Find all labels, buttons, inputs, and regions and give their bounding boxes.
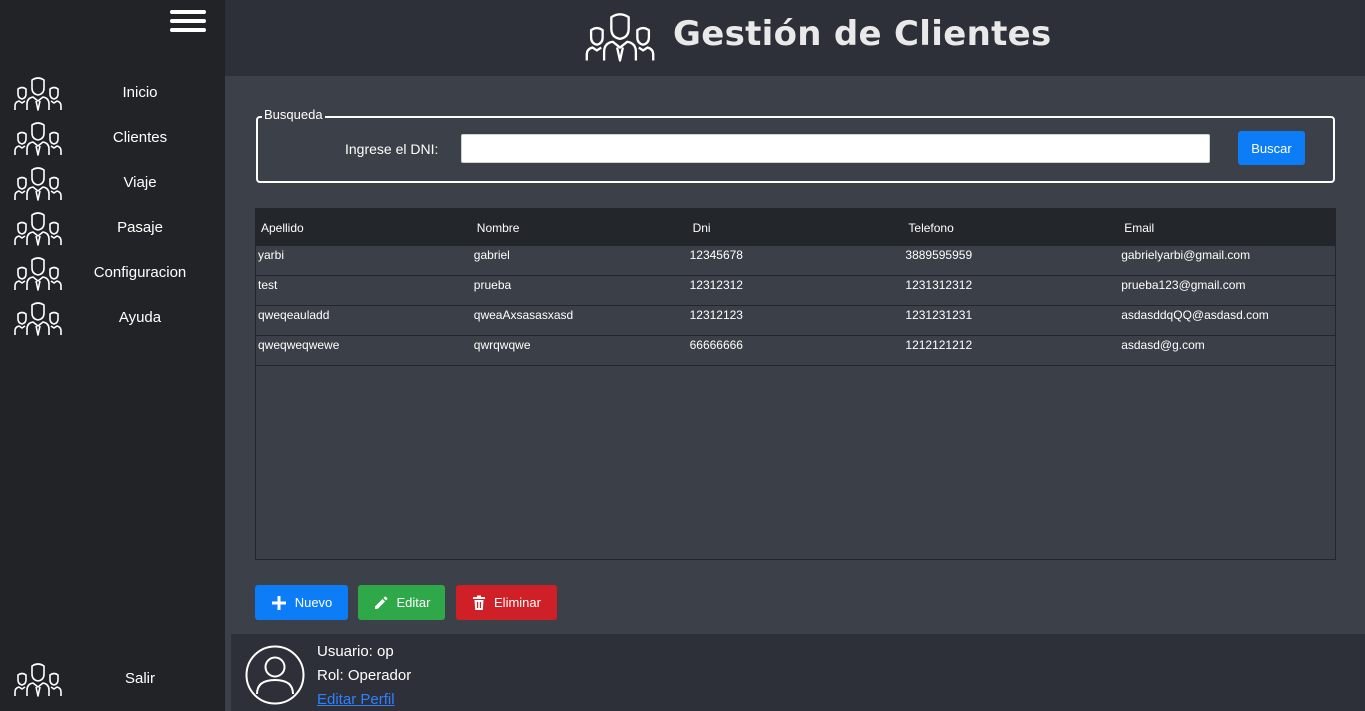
plus-icon: [271, 595, 286, 610]
group-icon: [14, 120, 62, 156]
group-icon: [14, 210, 62, 246]
group-icon: [14, 165, 62, 201]
cell-nombre: gabriel: [473, 248, 510, 262]
column-header-nombre[interactable]: Nombre: [472, 209, 688, 246]
cell-dni: 12312123: [689, 308, 743, 322]
group-icon: [585, 10, 655, 62]
cell-apellido: qweqeauladd: [258, 308, 330, 322]
sidebar-item-salir[interactable]: Salir: [0, 659, 225, 699]
cell-apellido: qweqweqwewe: [258, 338, 340, 352]
sidebar-item-viaje[interactable]: Viaje: [0, 163, 225, 203]
search-button[interactable]: Buscar: [1238, 131, 1305, 165]
sidebar-item-pasaje[interactable]: Pasaje: [0, 208, 225, 248]
page-header: Gestión de Clientes: [225, 0, 1365, 76]
cell-nombre: prueba: [473, 278, 512, 292]
pencil-icon: [374, 596, 388, 609]
table-row[interactable]: qweqweqwewe qwrqwqwe 66666666 1212121212…: [256, 336, 1335, 366]
sidebar-item-label: Salir: [124, 670, 155, 687]
sidebar-item-label: Ayuda: [118, 309, 162, 326]
cell-nombre: qweaAxsasasxasd: [473, 308, 574, 322]
user-name: Usuario: op: [317, 643, 394, 660]
column-header-apellido[interactable]: Apellido: [256, 209, 472, 246]
cell-email: asdasd@g.com: [1121, 338, 1205, 352]
group-icon: [14, 661, 62, 697]
cell-telefono: 1231231231: [905, 308, 973, 322]
group-icon: [14, 300, 62, 336]
cell-apellido: yarbi: [258, 248, 285, 262]
sidebar: Inicio Clientes Viaje Pasaje Configuraci…: [0, 0, 225, 711]
delete-button[interactable]: Eliminar: [456, 585, 557, 620]
new-button-label: Nuevo: [294, 595, 333, 610]
clients-table: Apellido Nombre Dni Telefono Email yarbi…: [255, 208, 1336, 560]
sidebar-item-label: Clientes: [112, 129, 168, 146]
table-header: Apellido Nombre Dni Telefono Email: [256, 209, 1335, 246]
column-header-dni[interactable]: Dni: [688, 209, 904, 246]
page-title: Gestión de Clientes: [673, 14, 1052, 54]
group-icon: [14, 255, 62, 291]
cell-dni: 12345678: [689, 248, 743, 262]
user-role: Rol: Operador: [317, 667, 412, 684]
search-legend: Busqueda: [262, 107, 325, 122]
column-header-telefono[interactable]: Telefono: [903, 209, 1119, 246]
cell-apellido: test: [258, 278, 278, 292]
sidebar-item-label: Pasaje: [117, 219, 163, 236]
sidebar-item-label: Viaje: [123, 174, 157, 191]
sidebar-item-clientes[interactable]: Clientes: [0, 118, 225, 158]
delete-button-label: Eliminar: [494, 595, 541, 610]
edit-button-label: Editar: [396, 595, 431, 610]
cell-telefono: 1212121212: [905, 338, 973, 352]
cell-email: prueba123@gmail.com: [1121, 278, 1246, 292]
sidebar-item-label: Configuracion: [93, 264, 187, 281]
table-row[interactable]: yarbi gabriel 12345678 3889595959 gabrie…: [256, 246, 1335, 276]
trash-icon: [473, 595, 486, 610]
table-row[interactable]: test prueba 12312312 1231312312 prueba12…: [256, 276, 1335, 306]
dni-label: Ingrese el DNI:: [345, 141, 439, 157]
sidebar-item-ayuda[interactable]: Ayuda: [0, 298, 225, 338]
cell-telefono: 3889595959: [905, 248, 973, 262]
cell-telefono: 1231312312: [905, 278, 973, 292]
user-avatar-icon: [245, 645, 305, 705]
edit-profile-link[interactable]: Editar Perfil: [317, 691, 395, 708]
cell-email: asdasddqQQ@asdasd.com: [1121, 308, 1269, 322]
cell-dni: 12312312: [689, 278, 743, 292]
sidebar-item-label: Inicio: [122, 84, 158, 101]
edit-button[interactable]: Editar: [358, 585, 445, 620]
column-header-email[interactable]: Email: [1119, 209, 1335, 246]
cell-dni: 66666666: [689, 338, 743, 352]
sidebar-item-inicio[interactable]: Inicio: [0, 73, 225, 113]
dni-input[interactable]: [461, 134, 1210, 163]
cell-email: gabrielyarbi@gmail.com: [1121, 248, 1251, 262]
hamburger-menu-icon[interactable]: [170, 10, 206, 34]
sidebar-item-configuracion[interactable]: Configuracion: [0, 253, 225, 293]
table-row[interactable]: qweqeauladd qweaAxsasasxasd 12312123 123…: [256, 306, 1335, 336]
new-button[interactable]: Nuevo: [255, 585, 348, 620]
group-icon: [14, 75, 62, 111]
cell-nombre: qwrqwqwe: [473, 338, 531, 352]
